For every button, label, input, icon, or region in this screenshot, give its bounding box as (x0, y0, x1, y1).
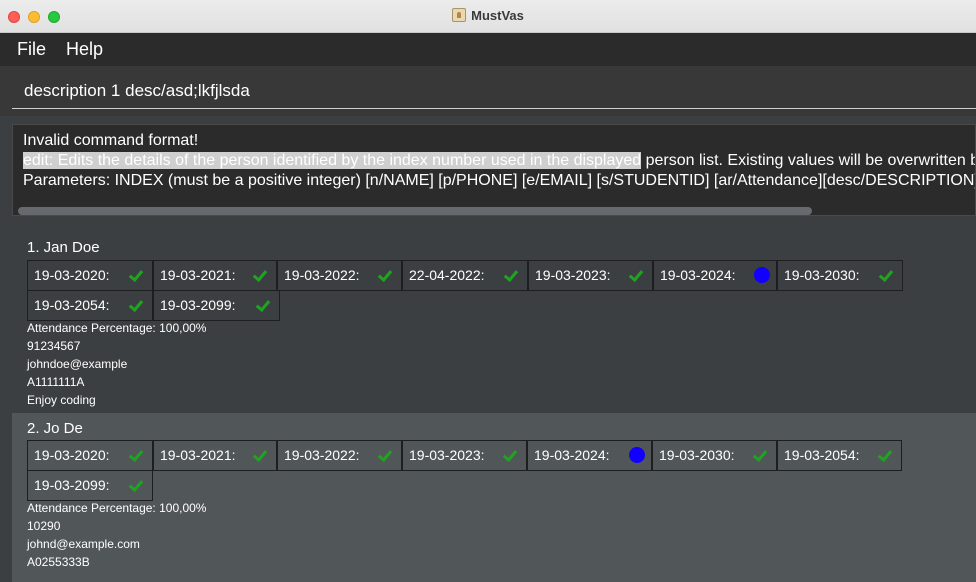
attendance-date: 19-03-2024: (660, 267, 736, 283)
person-list-panel: 1. Jan Doe 19-03-2020: 19-03-2021: 19-03… (0, 220, 976, 582)
attendance-chip: 19-03-2023: (402, 440, 527, 471)
result-line-2: edit: Edits the details of the person id… (23, 152, 975, 170)
attendance-date: 19-03-2054: (784, 447, 860, 463)
attendance-chip: 19-03-2030: (777, 260, 903, 291)
menu-bar: File Help (0, 33, 976, 66)
attendance-chip: 19-03-2020: (27, 440, 153, 471)
attendance-percentage: Attendance Percentage: 100,00% (27, 321, 207, 335)
menu-help[interactable]: Help (66, 39, 103, 60)
attendance-percentage: Attendance Percentage: 100,00% (27, 501, 207, 515)
attendance-chip: 22-04-2022: (402, 260, 528, 291)
result-display[interactable]: Invalid command format! edit: Edits the … (12, 124, 976, 216)
person-name: 2. Jo De (27, 420, 83, 437)
green-check-icon (252, 268, 266, 282)
green-check-icon (502, 448, 516, 462)
attendance-date: 19-03-2022: (284, 447, 360, 463)
attendance-chip: 19-03-2054: (27, 290, 153, 321)
title-bar: MustVas (0, 0, 976, 33)
green-check-icon (503, 268, 517, 282)
attendance-chip: 19-03-2024: (527, 440, 652, 471)
phone: 91234567 (27, 339, 81, 353)
attendance-date: 19-03-2099: (34, 477, 110, 493)
horizontal-scrollbar[interactable] (18, 207, 812, 215)
email: johnd@example.com (27, 537, 140, 551)
attendance-chip: 19-03-2099: (153, 290, 280, 321)
student-id: A1111111A (27, 375, 85, 389)
green-check-icon (377, 268, 391, 282)
attendance-chip: 19-03-2023: (528, 260, 653, 291)
attendance-date: 19-03-2030: (659, 447, 735, 463)
attendance-date: 19-03-2021: (160, 447, 236, 463)
green-check-icon (877, 448, 891, 462)
result-selected-text: edit: Edits the details of the person id… (23, 152, 642, 169)
attendance-date: 19-03-2024: (534, 447, 610, 463)
menu-file[interactable]: File (17, 39, 46, 60)
description: Enjoy coding (27, 393, 96, 407)
person-name: 1. Jan Doe (27, 239, 100, 256)
green-check-icon (628, 268, 642, 282)
attendance-chip: 19-03-2099: (27, 470, 153, 501)
blue-dot-icon (754, 267, 770, 283)
green-check-icon (128, 448, 142, 462)
green-check-icon (128, 478, 142, 492)
email: johndoe@example (27, 357, 128, 371)
attendance-date: 19-03-2030: (784, 267, 860, 283)
attendance-chip: 19-03-2021: (153, 440, 277, 471)
window-title: MustVas (471, 8, 524, 23)
attendance-date: 22-04-2022: (409, 267, 485, 283)
attendance-date: 19-03-2023: (409, 447, 485, 463)
attendance-chip: 19-03-2022: (277, 260, 402, 291)
person-list[interactable]: 1. Jan Doe 19-03-2020: 19-03-2021: 19-03… (12, 232, 976, 582)
attendance-date: 19-03-2023: (535, 267, 611, 283)
result-line-3: Parameters: INDEX (must be a positive in… (23, 172, 976, 189)
blue-dot-icon (629, 447, 645, 463)
attendance-chip: 19-03-2030: (652, 440, 777, 471)
result-line-1: Invalid command format! (23, 132, 199, 149)
attendance-chip: 19-03-2021: (153, 260, 277, 291)
attendance-chip: 19-03-2020: (27, 260, 153, 291)
attendance-date: 19-03-2022: (284, 267, 360, 283)
green-check-icon (377, 448, 391, 462)
attendance-date: 19-03-2020: (34, 447, 110, 463)
attendance-date: 19-03-2054: (34, 297, 110, 313)
result-line-2-rest: person list. Existing values will be ove… (645, 152, 975, 169)
attendance-date: 19-03-2099: (160, 297, 236, 313)
window-title-wrap: MustVas (0, 8, 976, 23)
green-check-icon (752, 448, 766, 462)
command-box (0, 66, 976, 116)
attendance-chip: 19-03-2022: (277, 440, 402, 471)
attendance-date: 19-03-2020: (34, 267, 110, 283)
attendance-date: 19-03-2021: (160, 267, 236, 283)
command-input[interactable] (12, 73, 976, 109)
student-id: A0255333B (27, 555, 90, 569)
person-card[interactable]: 1. Jan Doe 19-03-2020: 19-03-2021: 19-03… (12, 232, 976, 413)
green-check-icon (252, 448, 266, 462)
attendance-chip: 19-03-2054: (777, 440, 902, 471)
green-check-icon (878, 268, 892, 282)
green-check-icon (128, 298, 142, 312)
phone: 10290 (27, 519, 61, 533)
attendance-chip: 19-03-2024: (653, 260, 777, 291)
green-check-icon (128, 268, 142, 282)
result-display-area: Invalid command format! edit: Edits the … (0, 116, 976, 220)
app-icon (452, 8, 467, 22)
green-check-icon (255, 298, 269, 312)
person-card-selected[interactable]: 2. Jo De 19-03-2020: 19-03-2021: 19-03-2… (12, 413, 976, 582)
